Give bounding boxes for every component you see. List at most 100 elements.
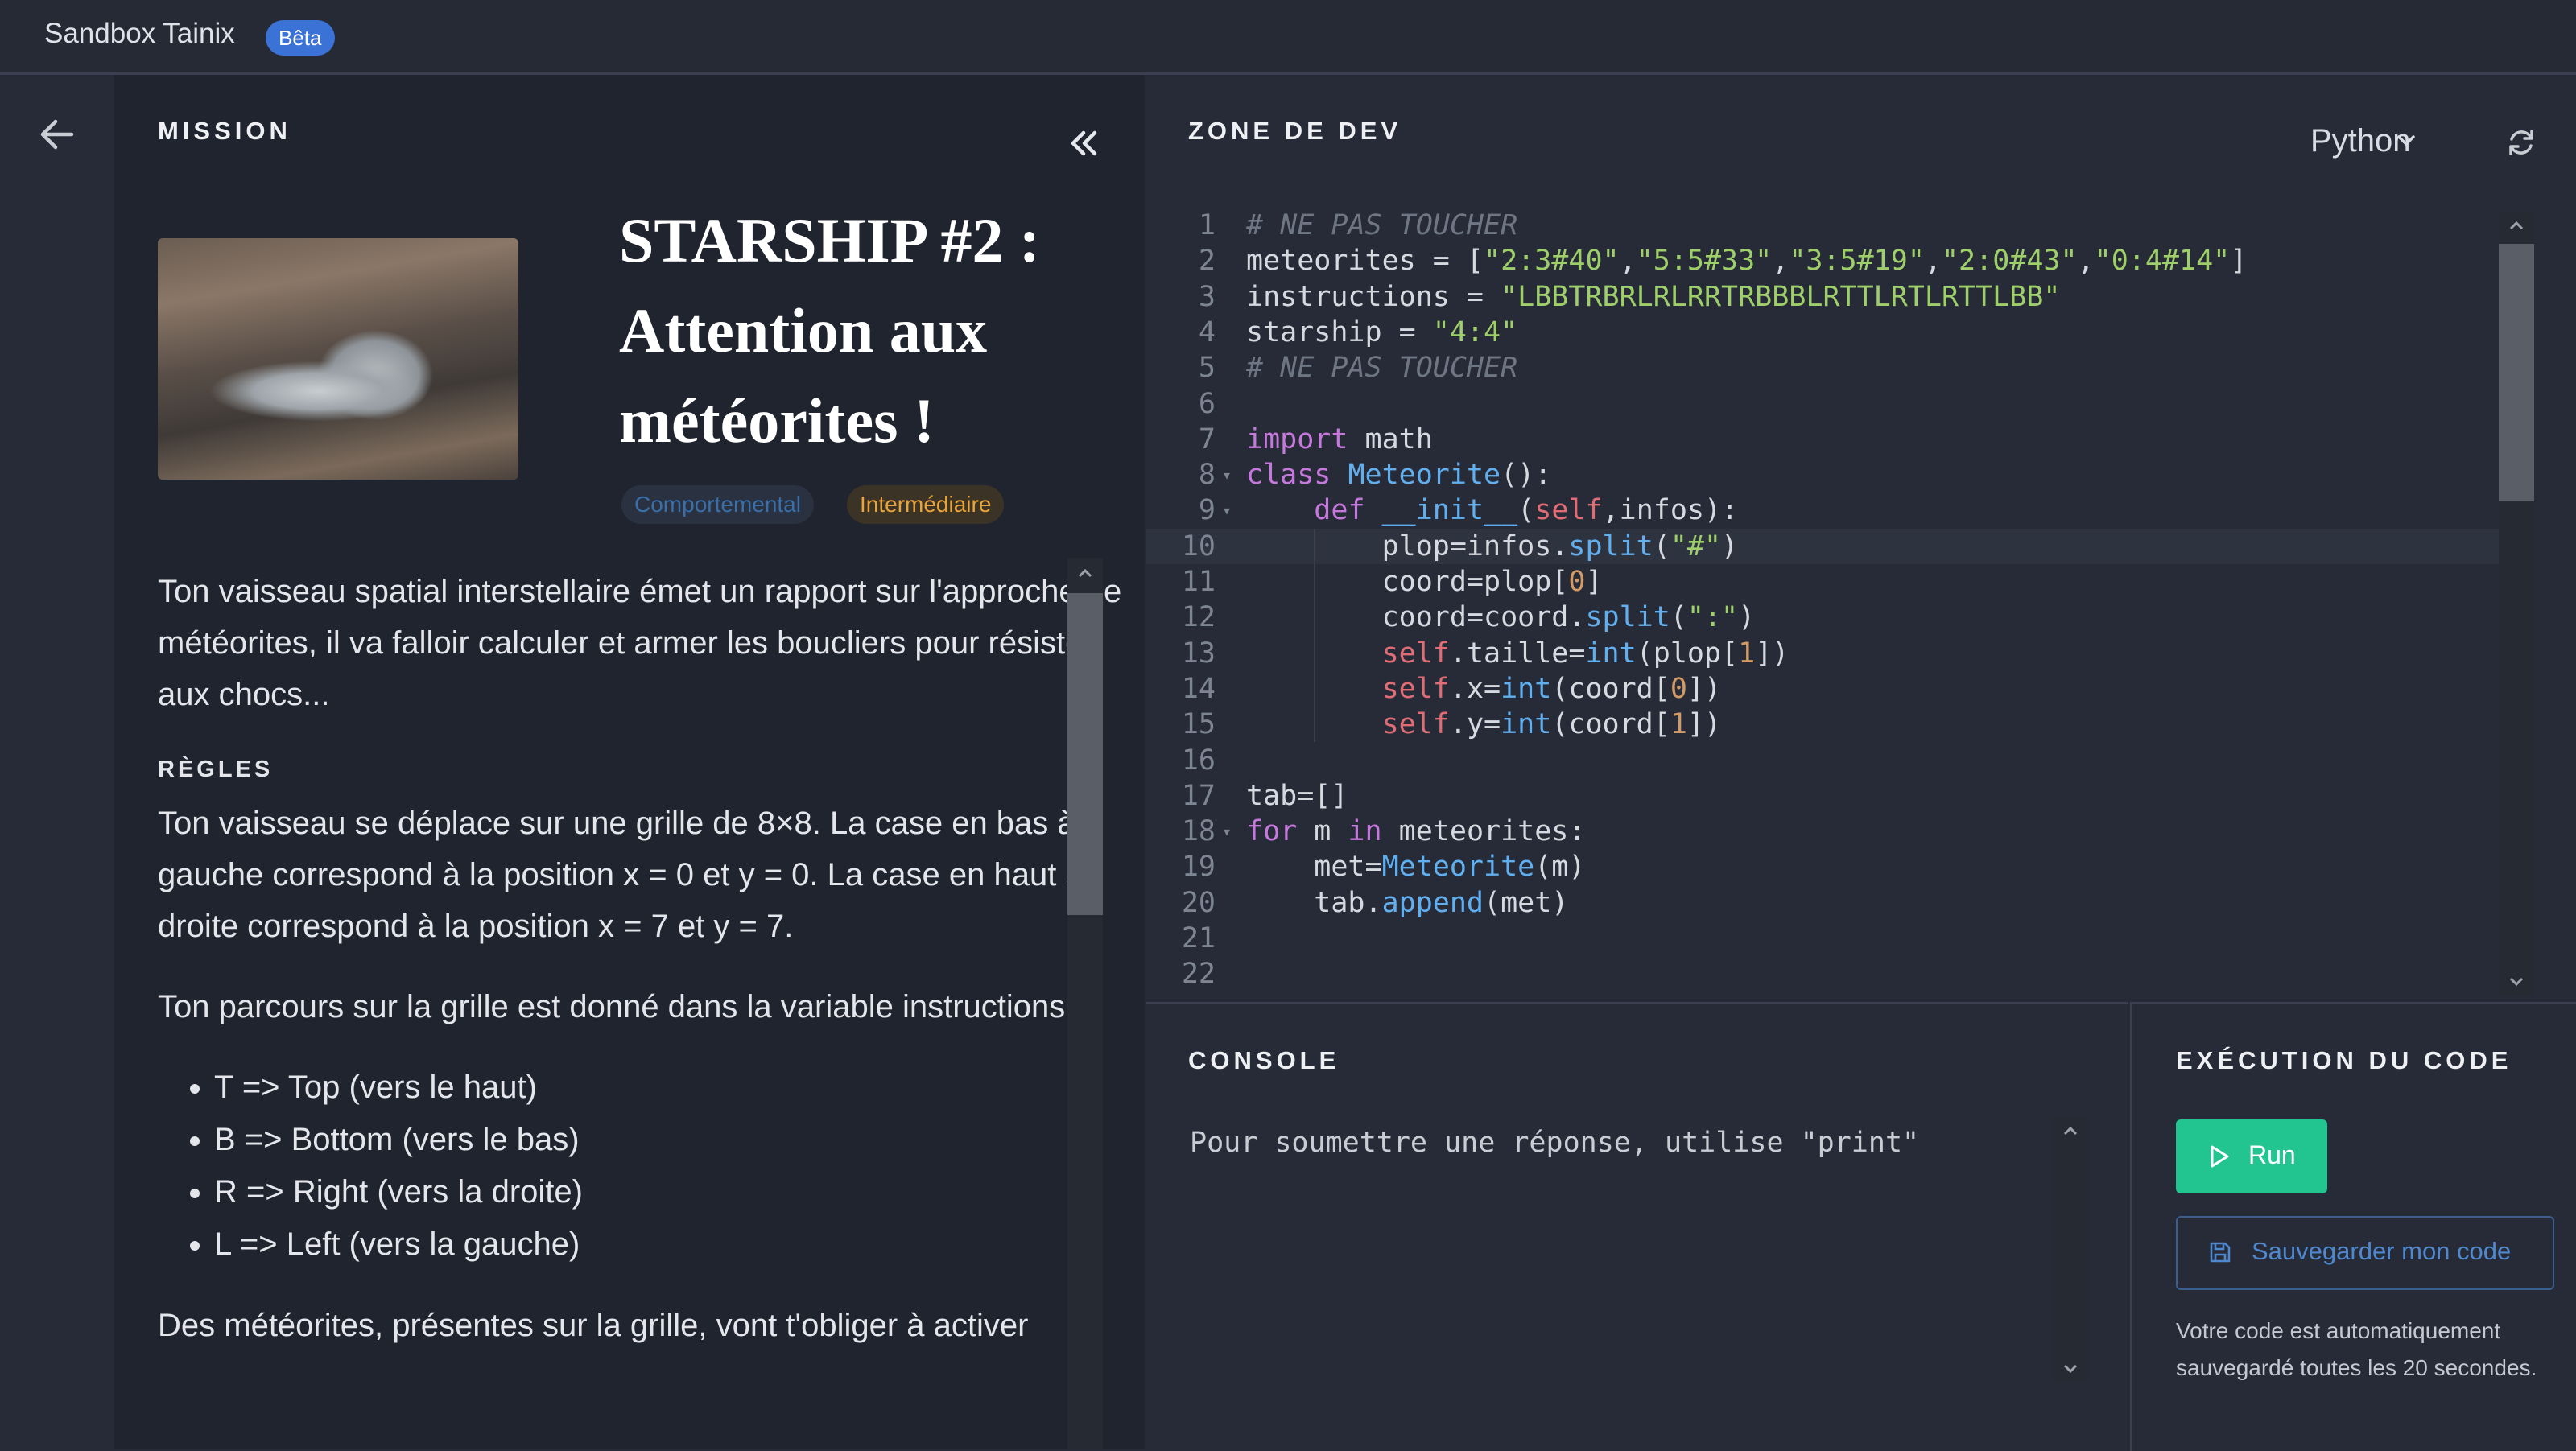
editor-scrollbar-thumb[interactable]	[2499, 244, 2534, 501]
code-line[interactable]: 10 plop=infos.split("#")	[1146, 528, 2499, 564]
console-panel: CONSOLE Pour soumettre une réponse, util…	[1146, 1002, 2128, 1451]
line-number: 21	[1181, 922, 1216, 954]
line-number: 3	[1198, 280, 1216, 313]
scroll-up-icon[interactable]	[1075, 564, 1095, 583]
line-number: 12	[1181, 601, 1216, 634]
line-number: 19	[1181, 851, 1216, 884]
instructions-list: T => Top (vers le haut) B => Bottom (ver…	[158, 1061, 1140, 1271]
code-text: instructions = "LBBTRBRLRLRRTRBBBLRTTLRT…	[1246, 280, 2061, 313]
execution-panel: EXÉCUTION DU CODE Run Sauvegarder mon co…	[2130, 1002, 2576, 1451]
top-bar: Sandbox Tainix Bêta	[0, 0, 2576, 75]
left-rail	[0, 75, 113, 1449]
code-text: starship = "4:4"	[1246, 315, 1518, 348]
code-line[interactable]: 18 ▾ for m in meteorites:	[1146, 814, 2499, 849]
line-number: 20	[1181, 886, 1216, 919]
code-line[interactable]: 21	[1146, 921, 2499, 956]
scroll-down-icon[interactable]	[2061, 1358, 2080, 1378]
rules-heading: RÈGLES	[158, 756, 274, 782]
code-text: def __init__(self,infos):	[1314, 494, 1739, 527]
code-text: plop=infos.split("#")	[1246, 530, 1739, 563]
code-line[interactable]: 11 coord=plop[0]	[1146, 564, 2499, 600]
save-code-button[interactable]: Sauvegarder mon code	[2176, 1216, 2554, 1290]
code-line[interactable]: 17 tab=[]	[1146, 778, 2499, 814]
tag-intermediate: Intermédiaire	[847, 485, 1005, 524]
list-item: L => Left (vers la gauche)	[214, 1218, 1140, 1271]
app-title: Sandbox Tainix	[44, 18, 235, 49]
code-line[interactable]: 14 self.x=int(coord[0])	[1146, 671, 2499, 707]
code-text: tab.append(met)	[1246, 886, 1569, 919]
line-number: 7	[1198, 423, 1216, 455]
line-number: 15	[1181, 708, 1216, 741]
tag-behavioral: Comportemental	[621, 485, 814, 524]
code-line[interactable]: 15 self.y=int(coord[1])	[1146, 707, 2499, 742]
code-line[interactable]: 13 self.taille=int(plop[1])	[1146, 636, 2499, 671]
code-text: self.taille=int(plop[1])	[1381, 637, 1790, 670]
play-icon	[2211, 1145, 2229, 1168]
mission-scrollbar-thumb[interactable]	[1067, 593, 1103, 915]
line-number: 17	[1181, 779, 1216, 812]
code-line[interactable]: 7 import math	[1146, 422, 2499, 457]
code-line[interactable]: 8 ▾ class Meteorite():	[1146, 457, 2499, 493]
editor-scrollbar[interactable]	[2499, 212, 2534, 996]
code-editor[interactable]: 1 # NE PAS TOUCHER 2 meteorites = ["2:3#40"…	[1146, 208, 2499, 996]
code-line[interactable]: 1 # NE PAS TOUCHER	[1146, 208, 2499, 243]
code-text: import math	[1246, 423, 1433, 455]
code-line[interactable]: 16	[1146, 743, 2499, 778]
code-text: self.x=int(coord[0])	[1381, 672, 1722, 705]
code-line[interactable]: 9 ▾ def __init__(self,infos):	[1146, 493, 2499, 528]
code-line[interactable]: 22	[1146, 956, 2499, 991]
code-text: # NE PAS TOUCHER	[1246, 352, 1518, 385]
code-line[interactable]: 20 tab.append(met)	[1146, 885, 2499, 921]
rules-paragraph-instructions: Ton parcours sur la grille est donné dan…	[158, 989, 1084, 1024]
scroll-up-icon[interactable]	[2061, 1122, 2080, 1141]
line-number: 18	[1181, 815, 1216, 848]
code-line[interactable]: 4 starship = "4:4"	[1146, 315, 2499, 350]
code-line[interactable]: 5 # NE PAS TOUCHER	[1146, 350, 2499, 385]
fold-toggle-icon[interactable]: ▾	[1222, 457, 1232, 493]
refresh-icon[interactable]	[2504, 125, 2539, 160]
mission-scrollbar[interactable]	[1067, 558, 1103, 1449]
mission-image	[158, 238, 518, 480]
mission-section-title: MISSION	[158, 117, 291, 145]
mission-description: Ton vaisseau spatial interstellaire émet…	[158, 566, 1140, 1380]
fold-toggle-icon[interactable]: ▾	[1222, 493, 1232, 528]
save-button-label: Sauvegarder mon code	[2252, 1237, 2512, 1265]
console-scrollbar[interactable]	[2053, 1117, 2088, 1383]
code-line[interactable]: 2 meteorites = ["2:3#40","5:5#33","3:5#19…	[1146, 243, 2499, 278]
code-text: met=Meteorite(m)	[1246, 851, 1586, 884]
fold-toggle-icon[interactable]: ▾	[1222, 814, 1232, 849]
double-chevron-left-icon[interactable]	[1064, 123, 1104, 163]
code-line[interactable]: 3 instructions = "LBBTRBRLRLRRTRBBBLRTTLR…	[1146, 279, 2499, 315]
dev-zone-panel: ZONE DE DEV Python 1 # NE PAS TOUCHER 2 met…	[1146, 75, 2576, 1000]
back-arrow-icon[interactable]	[36, 113, 78, 155]
scroll-up-icon[interactable]	[2507, 216, 2526, 236]
code-text: coord=coord.split(":")	[1246, 601, 1756, 634]
line-number: 14	[1181, 672, 1216, 705]
console-output: Pour soumettre une réponse, utilise "pri…	[1190, 1127, 1920, 1159]
rules-paragraph-meteorites: Des météorites, présentes sur la grille,…	[158, 1308, 1029, 1343]
line-number: 1	[1198, 209, 1216, 241]
dev-section-title: ZONE DE DEV	[1188, 117, 1402, 145]
code-line[interactable]: 6	[1146, 386, 2499, 422]
execution-section-title: EXÉCUTION DU CODE	[2176, 1046, 2512, 1074]
line-number: 11	[1181, 566, 1216, 598]
code-text: class Meteorite():	[1246, 459, 1552, 492]
beta-badge: Bêta	[266, 20, 335, 56]
line-number: 10	[1181, 530, 1216, 563]
run-button[interactable]: Run	[2176, 1119, 2327, 1193]
floppy-icon	[2210, 1242, 2231, 1263]
scroll-down-icon[interactable]	[2507, 971, 2526, 991]
line-number: 4	[1198, 315, 1216, 348]
list-item: R => Right (vers la droite)	[214, 1166, 1140, 1218]
mission-panel: MISSION STARSHIP #2 : Attention aux mété…	[114, 75, 1145, 1449]
line-number: 13	[1181, 637, 1216, 670]
code-line[interactable]: 19 met=Meteorite(m)	[1146, 849, 2499, 884]
code-text: meteorites = ["2:3#40","5:5#33","3:5#19"…	[1246, 245, 2248, 278]
line-number: 22	[1181, 958, 1216, 991]
code-line[interactable]: 12 coord=coord.split(":")	[1146, 600, 2499, 635]
mission-title: STARSHIP #2 : Attention aux météorites !	[619, 205, 1040, 455]
chevron-down-icon[interactable]	[2396, 133, 2417, 149]
line-number: 2	[1198, 245, 1216, 278]
code-text: self.y=int(coord[1])	[1381, 708, 1722, 741]
mission-intro: Ton vaisseau spatial interstellaire émet…	[158, 574, 1122, 712]
